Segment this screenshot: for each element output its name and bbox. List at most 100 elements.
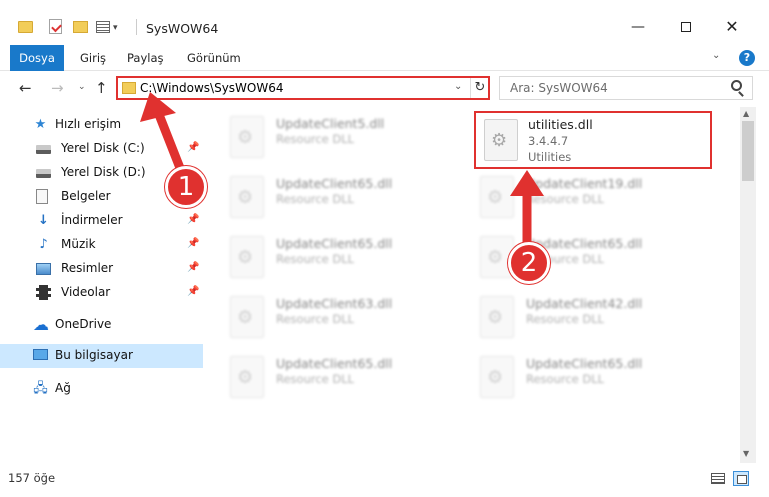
close-button[interactable]: ✕ [712, 15, 752, 39]
file-type: Resource DLL [526, 192, 605, 206]
title-bar: ▾ SysWOW64 — ✕ [0, 0, 769, 40]
tab-file[interactable]: Dosya [10, 45, 64, 71]
documents-icon [36, 189, 48, 204]
up-button[interactable]: ↑ [95, 79, 108, 97]
file-type: Resource DLL [276, 192, 355, 206]
file-item[interactable]: UpdateClient42.dll Resource DLL [470, 288, 710, 346]
back-button[interactable]: ← [19, 79, 32, 97]
sidebar-item-label: OneDrive [55, 317, 112, 331]
file-description: Utilities [528, 150, 572, 164]
address-bar[interactable]: C:\Windows\SysWOW64 ⌄ ↻ [116, 76, 490, 100]
search-placeholder: Ara: SysWOW64 [510, 81, 608, 95]
pictures-icon [36, 263, 51, 275]
sidebar-item-quick-access[interactable]: ★ Hızlı erişim [0, 113, 203, 137]
file-name: UpdateClient19.dll [526, 176, 643, 191]
file-type: Resource DLL [276, 312, 355, 326]
file-item[interactable]: UpdateClient65.dll Resource DLL [220, 348, 460, 406]
minimize-button[interactable]: — [618, 15, 658, 39]
file-name: UpdateClient63.dll [276, 296, 393, 311]
scroll-down-button[interactable]: ▼ [743, 449, 749, 458]
refresh-button[interactable]: ↻ [470, 78, 489, 98]
dll-file-icon [484, 119, 518, 161]
dll-file-icon [480, 356, 514, 398]
file-name: UpdateClient65.dll [276, 236, 393, 251]
window-title: SysWOW64 [146, 21, 219, 36]
file-item[interactable]: UpdateClient65.dll Resource DLL [220, 228, 460, 286]
file-name: UpdateClient65.dll [276, 356, 393, 371]
sidebar-item-music[interactable]: ♪ Müzik 📌 [0, 233, 203, 257]
large-icons-view-icon[interactable] [733, 471, 749, 486]
videos-icon [36, 285, 51, 300]
network-icon: 🖧 [33, 381, 48, 396]
dll-file-icon [230, 296, 264, 338]
sidebar-item-label: Müzik [61, 237, 96, 251]
address-path[interactable]: C:\Windows\SysWOW64 [140, 80, 284, 97]
expand-ribbon-icon[interactable]: ⌄ [712, 50, 720, 61]
sidebar-item-onedrive[interactable]: ☁ OneDrive [0, 313, 203, 337]
new-folder-icon[interactable] [73, 21, 88, 33]
sidebar-item-label: İndirmeler [61, 213, 123, 227]
dll-file-icon [480, 296, 514, 338]
callout-2: 2 [508, 242, 550, 284]
dll-file-icon [480, 176, 514, 218]
sidebar-item-network[interactable]: 🖧 Ağ [0, 377, 203, 401]
status-bar: 157 öğe [0, 467, 769, 491]
sidebar-item-local-disk-c[interactable]: Yerel Disk (C:) 📌 [0, 137, 203, 161]
onedrive-icon: ☁ [33, 315, 49, 334]
sidebar-item-label: Hızlı erişim [55, 117, 122, 131]
tab-home[interactable]: Giriş [80, 45, 106, 71]
scroll-thumb[interactable] [742, 121, 754, 181]
pin-icon[interactable]: 📌 [187, 214, 199, 225]
scroll-up-button[interactable]: ▲ [743, 109, 749, 118]
file-type: Resource DLL [526, 312, 605, 326]
file-name: utilities.dll [528, 117, 593, 132]
search-input[interactable]: Ara: SysWOW64 [499, 76, 753, 100]
tab-share[interactable]: Paylaş [127, 45, 164, 71]
file-type: Resource DLL [276, 372, 355, 386]
view-options-icon[interactable] [96, 21, 110, 33]
file-type: Resource DLL [526, 372, 605, 386]
pin-icon[interactable]: 📌 [187, 286, 199, 297]
file-item-utilities-dll[interactable]: utilities.dll 3.4.4.7 Utilities [474, 111, 712, 169]
file-name: UpdateClient42.dll [526, 296, 643, 311]
file-name: UpdateClient65.dll [526, 356, 643, 371]
maximize-button[interactable] [666, 15, 706, 39]
sidebar-item-this-pc[interactable]: Bu bilgisayar [0, 344, 203, 368]
file-list: UpdateClient5.dll Resource DLL utilities… [220, 108, 738, 463]
file-item[interactable]: UpdateClient65.dll Resource DLL [470, 348, 710, 406]
details-view-icon[interactable] [711, 473, 725, 484]
pin-icon[interactable]: 📌 [187, 238, 199, 249]
maximize-icon [681, 22, 691, 32]
file-name: UpdateClient5.dll [276, 116, 385, 131]
forward-button[interactable]: → [51, 79, 64, 97]
this-pc-icon [33, 349, 48, 360]
properties-icon[interactable] [49, 19, 62, 34]
file-item[interactable]: UpdateClient5.dll Resource DLL [220, 108, 460, 166]
search-icon[interactable] [731, 80, 742, 91]
downloads-icon: ↓ [38, 213, 49, 228]
file-item[interactable]: UpdateClient65.dll Resource DLL [470, 228, 710, 286]
drive-icon [36, 145, 51, 154]
file-type: Resource DLL [276, 252, 355, 266]
sidebar-item-downloads[interactable]: ↓ İndirmeler 📌 [0, 209, 203, 233]
address-dropdown-button[interactable]: ⌄ [454, 81, 462, 92]
help-icon[interactable]: ? [739, 50, 755, 66]
pin-icon[interactable]: 📌 [187, 262, 199, 273]
vertical-scrollbar[interactable]: ▲ ▼ [740, 107, 756, 463]
tab-view[interactable]: Görünüm [187, 45, 241, 71]
file-type: Resource DLL [276, 132, 355, 146]
dll-file-icon [230, 236, 264, 278]
sidebar-item-label: Resimler [61, 261, 114, 275]
file-item[interactable]: UpdateClient65.dll Resource DLL [220, 168, 460, 226]
pin-icon[interactable]: 📌 [187, 142, 199, 153]
sidebar-item-pictures[interactable]: Resimler 📌 [0, 257, 203, 281]
navigation-pane: ★ Hızlı erişim Yerel Disk (C:) 📌 Yerel D… [0, 112, 203, 462]
customize-toolbar-icon[interactable]: ▾ [113, 23, 118, 33]
folder-icon [122, 82, 136, 94]
file-item[interactable]: UpdateClient19.dll Resource DLL [470, 168, 710, 226]
sidebar-item-label: Bu bilgisayar [55, 348, 133, 362]
folder-icon[interactable] [18, 21, 33, 33]
sidebar-item-videos[interactable]: Videolar 📌 [0, 281, 203, 305]
recent-locations-button[interactable]: ⌄ [78, 82, 86, 92]
file-item[interactable]: UpdateClient63.dll Resource DLL [220, 288, 460, 346]
